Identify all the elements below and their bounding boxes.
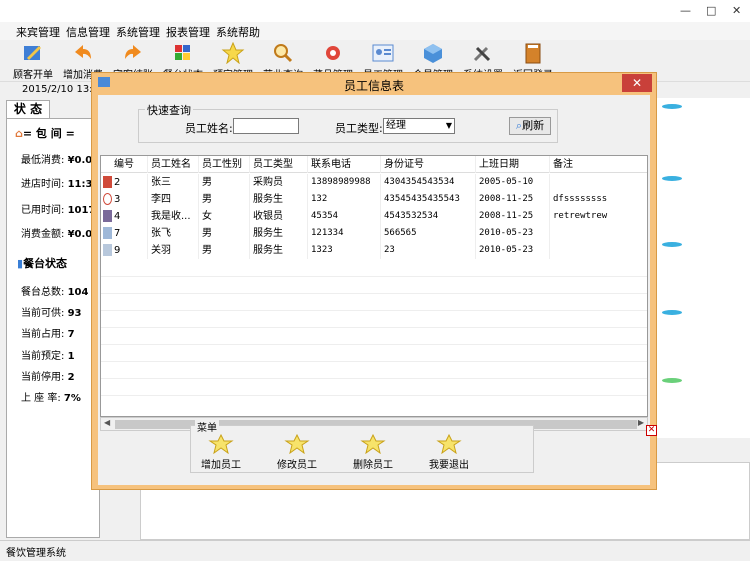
exit-button[interactable]: 我要退出 (419, 434, 479, 471)
home-icon: ⌂ (15, 127, 23, 140)
room-label: ⌂= 包 间 = (15, 127, 75, 140)
field-min-spend: 最低消费: ¥0.0 (21, 155, 93, 166)
status-bar: 餐饮管理系统 (0, 540, 750, 561)
field-arrive-time: 进店时间: 11:35 (21, 179, 100, 190)
type-label: 员工类型: (335, 122, 383, 135)
field-spend: 消费金额: ¥0.0 (21, 229, 93, 240)
redo-arrow-icon (125, 45, 141, 59)
col-name[interactable]: 员工姓名 (148, 156, 199, 173)
id-card-icon (372, 44, 394, 62)
menu-bar: 来宾管理 信息管理 系统管理 报表管理 系统帮助 (0, 22, 750, 40)
table-row[interactable]: 9 关羽 男 服务生 1323 23 2010-05-23 (101, 242, 647, 259)
col-gender[interactable]: 员工性别 (199, 156, 250, 173)
gear-icon (326, 46, 340, 60)
menu-close-icon[interactable]: ✕ (646, 425, 657, 436)
chevron-down-icon: ▼ (445, 121, 452, 130)
cube-icon (424, 44, 442, 63)
grid-line (101, 344, 647, 345)
menu-help[interactable]: 系统帮助 (216, 24, 260, 40)
menu-info[interactable]: 信息管理 (66, 24, 110, 40)
table-marker[interactable] (662, 378, 682, 383)
staff-grid: 编号 员工姓名 员工性别 员工类型 联系电话 身份证号 上班日期 备注 2 张三… (100, 155, 648, 417)
col-idcard[interactable]: 身份证号 (381, 156, 476, 173)
pencil-icon (24, 46, 41, 60)
dialog-close-button[interactable]: ✕ (622, 74, 652, 92)
name-label: 员工姓名: (185, 122, 233, 135)
stat-disabled: 当前停用: 2 (21, 372, 75, 383)
type-select[interactable]: 经理 ▼ (383, 118, 455, 134)
menu-report[interactable]: 报表管理 (166, 24, 210, 40)
stat-total: 餐台总数: 104 (21, 287, 89, 298)
col-date[interactable]: 上班日期 (476, 156, 550, 173)
stat-occupancy: 上 座 率: 7% (21, 393, 81, 404)
close-icon[interactable]: ✕ (732, 4, 741, 17)
name-input[interactable] (233, 118, 299, 134)
table-marker[interactable] (662, 242, 682, 247)
maximize-icon[interactable]: □ (706, 4, 716, 17)
magnifier-icon (274, 44, 293, 63)
edit-staff-button[interactable]: 修改员工 (267, 434, 327, 471)
table-row[interactable]: 4 我是收... 女 收银员 45354 4543532534 2008-11-… (101, 208, 647, 225)
field-elapsed: 已用时间: 1017 (21, 205, 96, 216)
quick-query-legend: 快速查询 (145, 102, 193, 118)
table-map-area (656, 98, 750, 438)
stat-reserved: 当前预定: 1 (21, 351, 75, 362)
grid-line (101, 361, 647, 362)
table-marker[interactable] (662, 310, 682, 315)
grid-line (101, 276, 647, 277)
menu-group: 菜单 增加员工 修改员工 删除员工 我要退出 (190, 419, 534, 473)
date-time-text: 2015/2/10 13: (22, 84, 93, 95)
table-row[interactable]: 3 李四 男 服务生 132 43545435435543 2008-11-25… (101, 191, 647, 208)
stat-occupied: 当前占用: 7 (21, 329, 75, 340)
col-remark[interactable]: 备注 (550, 156, 647, 173)
star-icon (360, 434, 386, 454)
menu-guest[interactable]: 来宾管理 (16, 24, 60, 40)
scroll-left-icon[interactable]: ◀ (104, 418, 110, 427)
table-row[interactable]: 2 张三 男 采购员 13898989988 4304354543534 200… (101, 174, 647, 191)
status-panel: 状 态 ⌂= 包 间 = 最低消费: ¥0.0 进店时间: 11:35 已用时间… (0, 98, 100, 538)
quick-query-group: 快速查询 员工姓名: 员工类型: 经理 ▼ ⌕刷新 (138, 102, 558, 143)
col-phone[interactable]: 联系电话 (308, 156, 381, 173)
blocks-icon (175, 45, 190, 60)
refresh-button[interactable]: ⌕刷新 (509, 117, 551, 135)
exit-door-icon (525, 43, 541, 64)
staff-info-dialog: 员工信息表 ✕ 快速查询 员工姓名: 员工类型: 经理 ▼ ⌕刷新 编号 员工姓… (91, 72, 657, 490)
status-text: 餐饮管理系统 (6, 548, 66, 559)
star-icon (284, 434, 310, 454)
add-staff-button[interactable]: 增加员工 (191, 434, 251, 471)
star-icon (208, 434, 234, 454)
grid-line (101, 327, 647, 328)
minimize-icon[interactable]: — (680, 4, 691, 17)
grid-line (101, 395, 647, 396)
undo-arrow-icon (75, 45, 91, 59)
tab-status[interactable]: 状 态 (6, 100, 50, 118)
main-titlebar: — □ ✕ (0, 0, 750, 22)
grid-header: 编号 员工姓名 员工性别 员工类型 联系电话 身份证号 上班日期 备注 (101, 156, 647, 173)
stat-available: 当前可供: 93 (21, 308, 82, 319)
tools-icon (473, 46, 491, 62)
menu-legend: 菜单 (195, 419, 219, 434)
star-icon (436, 434, 462, 454)
table-status-section: ▮餐台状态 (17, 257, 68, 270)
grid-line (101, 310, 647, 311)
grid-line (101, 293, 647, 294)
status-box: ⌂= 包 间 = 最低消费: ¥0.0 进店时间: 11:35 已用时间: 10… (6, 118, 100, 538)
table-row[interactable]: 7 张飞 男 服务生 121334 566565 2010-05-23 (101, 225, 647, 242)
grid-line (101, 378, 647, 379)
scroll-right-icon[interactable]: ▶ (638, 418, 644, 427)
table-marker[interactable] (662, 104, 682, 109)
open-order-button[interactable]: 顾客开单 (8, 42, 58, 81)
dialog-body: 快速查询 员工姓名: 员工类型: 经理 ▼ ⌕刷新 编号 员工姓名 员工性别 员… (98, 95, 657, 485)
col-id[interactable]: 编号 (111, 156, 148, 173)
delete-staff-button[interactable]: 删除员工 (343, 434, 403, 471)
star-icon (221, 42, 245, 64)
menu-system[interactable]: 系统管理 (116, 24, 160, 40)
table-marker[interactable] (662, 176, 682, 181)
dialog-title: 员工信息表 (343, 79, 404, 93)
col-type[interactable]: 员工类型 (250, 156, 308, 173)
dialog-titlebar[interactable]: 员工信息表 ✕ (92, 73, 656, 95)
